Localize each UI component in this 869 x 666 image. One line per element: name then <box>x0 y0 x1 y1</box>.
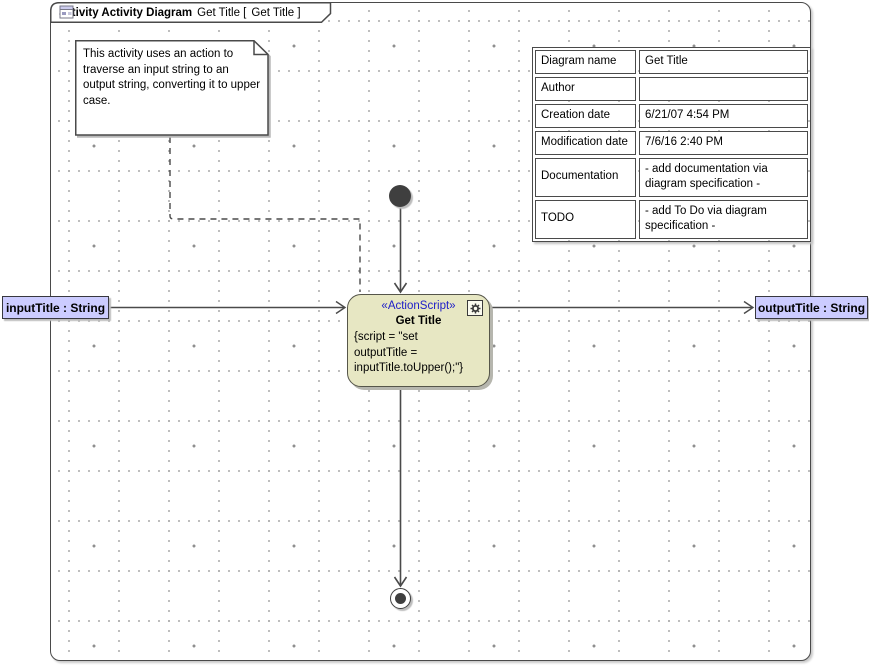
parameter-input-title[interactable]: inputTitle : String <box>2 296 109 319</box>
frame-kind-label: activity Activity Diagram <box>59 7 192 19</box>
info-label-creation-date: Creation date <box>535 104 636 128</box>
info-value-documentation[interactable]: - add documentation via diagram specific… <box>639 158 808 197</box>
info-label-documentation: Documentation <box>535 158 636 197</box>
action-get-title[interactable]: «ActionScript» Get Title {script = "set … <box>347 294 490 387</box>
info-label-diagram-name: Diagram name <box>535 50 636 74</box>
flow-action-to-output[interactable] <box>490 302 753 314</box>
parameter-input-label: inputTitle : String <box>6 301 105 315</box>
frame-title-tab[interactable]: activity Activity Diagram Get Title [ Ge… <box>50 2 336 24</box>
note-text: This activity uses an action to traverse… <box>83 47 261 109</box>
gear-icon <box>467 300 483 316</box>
info-label-todo: TODO <box>535 200 636 239</box>
info-value-author[interactable] <box>639 77 808 101</box>
frame-context-label: Get Title ] <box>251 7 300 19</box>
diagram-info-table[interactable]: Diagram name Get Title Author Creation d… <box>532 47 811 242</box>
flow-initial-to-action[interactable] <box>395 206 407 292</box>
note-anchor-line[interactable] <box>170 137 360 292</box>
flow-input-to-action[interactable] <box>108 302 345 314</box>
info-value-modification-date[interactable]: 7/6/16 2:40 PM <box>639 131 808 155</box>
script-line: inputTitle.toUpper();"} <box>354 361 489 377</box>
action-name: Get Title <box>348 315 489 327</box>
initial-node[interactable] <box>389 185 411 207</box>
frame-name-label: Get Title [ <box>197 7 246 19</box>
flow-action-to-final[interactable] <box>395 387 407 586</box>
parameter-output-label: outputTitle : String <box>758 301 865 315</box>
info-label-modification-date: Modification date <box>535 131 636 155</box>
info-value-diagram-name[interactable]: Get Title <box>639 50 808 74</box>
info-value-todo[interactable]: - add To Do via diagram specification - <box>639 200 808 239</box>
parameter-output-title[interactable]: outputTitle : String <box>755 296 868 319</box>
script-line: outputTitle = <box>354 346 489 362</box>
final-node-dot <box>395 593 406 604</box>
diagram-icon <box>59 5 74 19</box>
action-script-body: {script = "set outputTitle = inputTitle.… <box>348 330 489 377</box>
info-value-creation-date[interactable]: 6/21/07 4:54 PM <box>639 104 808 128</box>
info-label-author: Author <box>535 77 636 101</box>
script-line: {script = "set <box>354 330 489 346</box>
activity-final-node[interactable] <box>390 588 411 609</box>
